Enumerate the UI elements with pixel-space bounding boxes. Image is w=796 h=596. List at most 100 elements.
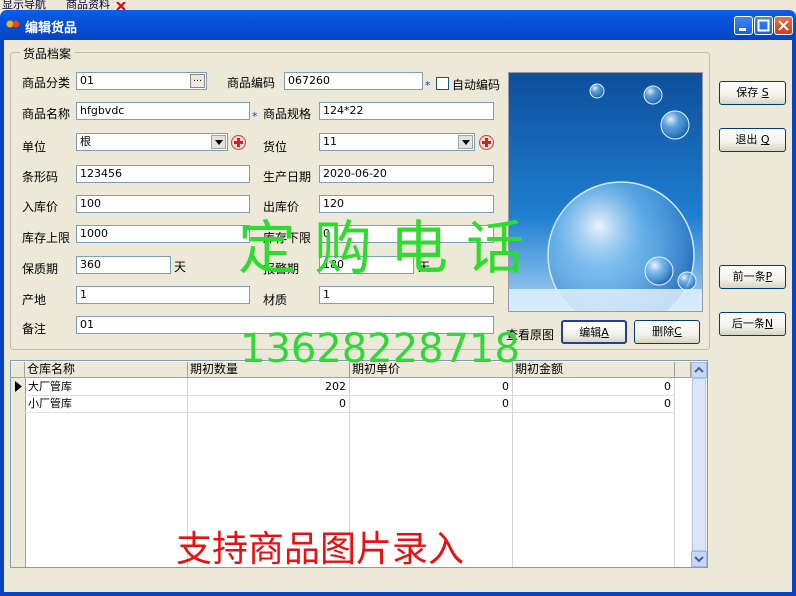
production-date-field[interactable]: 2020-06-20 [319, 165, 494, 183]
minimize-icon [739, 28, 746, 31]
category-label: 商品分类 [22, 76, 71, 90]
window-border-bottom [0, 592, 796, 596]
auto-code-label: 自动编码 [452, 78, 501, 92]
table-row-0-amount[interactable]: 0 [513, 379, 674, 396]
stock-max-label: 库存上限 [22, 231, 71, 245]
required-mark: * [252, 110, 258, 123]
row-indicator-header [11, 362, 25, 378]
spec-value: 124*22 [323, 104, 364, 117]
chevron-down-icon[interactable] [211, 135, 226, 149]
chevron-up-icon [694, 366, 704, 373]
chevron-down-icon[interactable] [458, 135, 473, 149]
delete-image-button[interactable]: 删除C [634, 320, 700, 344]
code-field[interactable]: 067260 [284, 72, 423, 90]
maximize-icon [757, 19, 770, 32]
table-row-0-price[interactable]: 0 [350, 379, 512, 396]
phone-number-watermark: 13628228718 [240, 326, 520, 372]
exit-button[interactable]: 退出 Q [719, 128, 786, 152]
group-title: 货品档案 [20, 45, 75, 62]
save-hotkey: S [761, 86, 769, 99]
next-hotkey: N [764, 317, 774, 330]
save-button[interactable]: 保存 S [719, 81, 786, 105]
name-label: 商品名称 [22, 107, 71, 121]
next-label: 后一条 [731, 317, 765, 330]
scroll-up-button[interactable] [691, 362, 707, 378]
delete-image-label: 删除 [652, 325, 675, 338]
name-field[interactable]: hfgbvdc [76, 102, 250, 120]
order-phone-watermark: 定购电话 [238, 214, 543, 282]
in-price-field[interactable]: 100 [76, 195, 250, 213]
spec-label: 商品规格 [263, 107, 312, 121]
current-row-icon [15, 381, 22, 395]
tab-navigation[interactable]: 显示导航 [2, 0, 46, 10]
production-date-value: 2020-06-20 [323, 167, 387, 180]
add-unit-icon[interactable] [231, 135, 246, 150]
category-field[interactable]: 01 … [76, 72, 207, 90]
window-border-right [792, 40, 796, 596]
add-location-icon[interactable] [479, 135, 494, 150]
feature-watermark: 支持商品图片录入 [176, 529, 465, 570]
stock-max-field[interactable]: 1000 [76, 225, 250, 243]
out-price-value: 120 [323, 197, 344, 210]
window-border-left [0, 40, 4, 596]
table-row-1-qty[interactable]: 0 [188, 396, 349, 413]
scroll-down-button[interactable] [691, 551, 707, 567]
table-row-0-qty[interactable]: 202 [188, 379, 349, 396]
shelf-life-label: 保质期 [22, 262, 59, 276]
barcode-value: 123456 [80, 167, 122, 180]
previous-label: 前一条 [732, 270, 766, 283]
column-header-warehouse[interactable]: 仓库名称 [25, 362, 188, 378]
unit-select[interactable]: 根 [76, 133, 228, 151]
material-label: 材质 [263, 293, 288, 307]
shelf-life-value: 360 [80, 258, 101, 271]
out-price-field[interactable]: 120 [319, 195, 494, 213]
exit-hotkey: Q [760, 133, 770, 146]
window-titlebar[interactable]: 编辑货品 [0, 10, 796, 40]
table-row-0-warehouse[interactable]: 大厂管库 [25, 379, 187, 396]
barcode-field[interactable]: 123456 [76, 165, 250, 183]
browse-category-button[interactable]: … [190, 74, 205, 88]
tab-product-info[interactable]: 商品资料 [66, 0, 110, 10]
table-row-1-price[interactable]: 0 [350, 396, 512, 413]
column-header-opening-amount[interactable]: 期初金额 [513, 362, 675, 378]
next-record-button[interactable]: 后一条N [719, 312, 786, 336]
close-tab-icon[interactable] [116, 0, 126, 10]
document-tab-strip: 显示导航 商品资料 [0, 0, 796, 10]
minimize-button[interactable] [734, 16, 753, 35]
code-value: 067260 [288, 74, 330, 87]
chevron-down-icon [694, 556, 704, 563]
note-label: 备注 [22, 322, 47, 336]
previous-record-button[interactable]: 前一条P [719, 265, 786, 289]
grid-vertical-scrollbar[interactable] [691, 362, 707, 567]
column-divider [674, 378, 675, 567]
out-price-label: 出库价 [263, 200, 300, 214]
edit-image-button[interactable]: 编辑A [561, 320, 627, 344]
stock-max-value: 1000 [80, 227, 108, 240]
edit-image-label: 编辑 [579, 326, 602, 339]
in-price-label: 入库价 [22, 200, 59, 214]
close-button[interactable] [774, 16, 793, 35]
origin-field[interactable]: 1 [76, 286, 250, 304]
note-value: 01 [80, 318, 94, 331]
exit-label: 退出 [735, 133, 758, 146]
unit-value: 根 [80, 135, 91, 148]
table-row-1-warehouse[interactable]: 小厂管库 [25, 396, 187, 413]
auto-code-checkbox[interactable] [436, 77, 449, 90]
origin-value: 1 [80, 288, 87, 301]
spec-field[interactable]: 124*22 [319, 102, 494, 120]
maximize-button[interactable] [754, 16, 773, 35]
material-field[interactable]: 1 [319, 286, 494, 304]
name-value: hfgbvdc [80, 104, 125, 117]
shelf-life-field[interactable]: 360 [76, 256, 171, 274]
save-label: 保存 [736, 86, 759, 99]
in-price-value: 100 [80, 197, 101, 210]
category-value: 01 [80, 74, 94, 87]
row-indicator-column [11, 378, 26, 567]
scroll-thumb[interactable] [692, 378, 706, 551]
table-row-1-amount[interactable]: 0 [513, 396, 674, 413]
shelf-life-unit: 天 [174, 260, 187, 274]
barcode-label: 条形码 [22, 170, 59, 184]
location-select[interactable]: 11 [319, 133, 475, 151]
app-icon [6, 18, 20, 30]
unit-label: 单位 [22, 140, 47, 154]
